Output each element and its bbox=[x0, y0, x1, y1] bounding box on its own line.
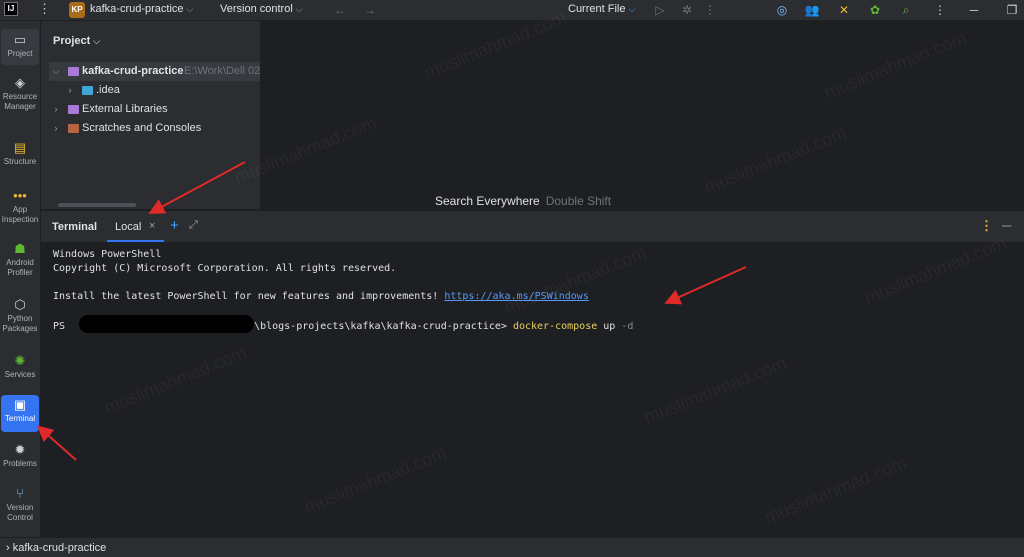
annotation-arrows bbox=[37, 161, 747, 461]
annotation-arrow-terminal-tool bbox=[37, 425, 77, 461]
annotation-arrow-command bbox=[664, 266, 747, 305]
annotation-arrow-local-tab bbox=[148, 161, 246, 214]
